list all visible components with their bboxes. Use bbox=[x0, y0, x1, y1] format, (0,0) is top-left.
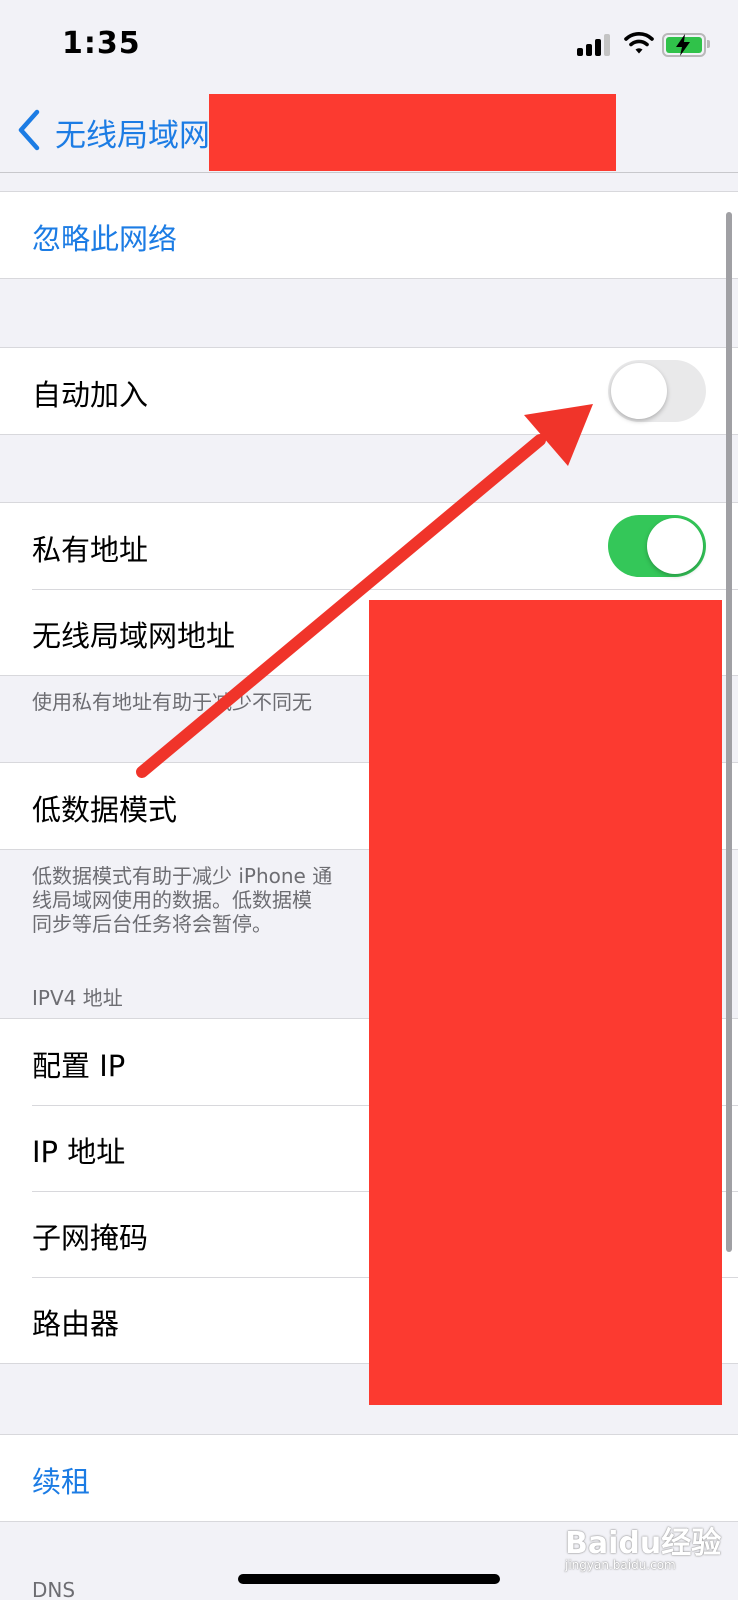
annotation-arrow bbox=[136, 404, 593, 778]
watermark-brand: Baidu经验 bbox=[565, 1526, 722, 1561]
scroll-indicator[interactable] bbox=[726, 212, 732, 1252]
wifi-network-detail-screen: 1:35 无线局域网 忽略此网络 自动加入 私有地址 无线局域网地址 使用私有地… bbox=[0, 0, 738, 1600]
baidu-watermark: Baidu经验 jingyan.baidu.com bbox=[565, 1518, 721, 1572]
home-indicator[interactable] bbox=[238, 1574, 500, 1584]
